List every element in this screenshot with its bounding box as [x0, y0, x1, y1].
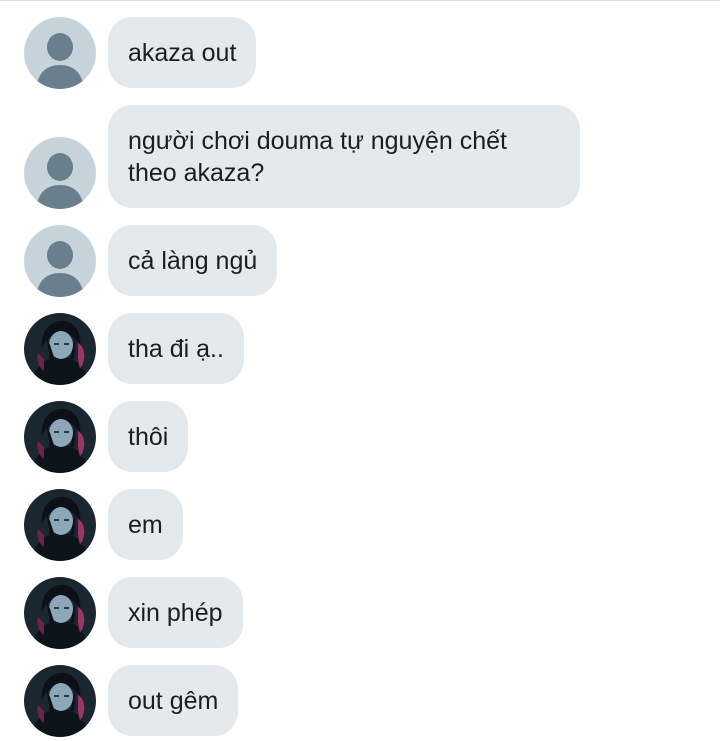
default-profile-icon[interactable]: [24, 225, 96, 297]
message-thread[interactable]: akaza out người chơi douma tự nguyện chế…: [0, 0, 720, 741]
message-bubble[interactable]: thôi: [108, 401, 189, 472]
message-bubble[interactable]: cả làng ngủ: [108, 225, 278, 296]
message-row: người chơi douma tự nguyện chết theo aka…: [0, 105, 720, 209]
message-bubble[interactable]: out gêm: [108, 665, 239, 736]
message-row: em: [0, 489, 720, 561]
anime-character-avatar-icon[interactable]: [24, 665, 96, 737]
anime-character-avatar-icon[interactable]: [24, 313, 96, 385]
message-bubble[interactable]: xin phép: [108, 577, 243, 648]
message-bubble[interactable]: tha đi ạ..: [108, 313, 244, 384]
message-row: akaza out: [0, 17, 720, 89]
anime-character-avatar-icon[interactable]: [24, 401, 96, 473]
anime-character-avatar-icon[interactable]: [24, 577, 96, 649]
message-row: thôi: [0, 401, 720, 473]
message-bubble[interactable]: người chơi douma tự nguyện chết theo aka…: [108, 105, 580, 208]
message-row: tha đi ạ..: [0, 313, 720, 385]
message-row: xin phép: [0, 577, 720, 649]
message-row: cả làng ngủ: [0, 225, 720, 297]
message-row: out gêm: [0, 665, 720, 737]
default-profile-icon[interactable]: [24, 17, 96, 89]
anime-character-avatar-icon[interactable]: [24, 489, 96, 561]
message-bubble[interactable]: akaza out: [108, 17, 257, 88]
default-profile-icon[interactable]: [24, 137, 96, 209]
message-bubble[interactable]: em: [108, 489, 183, 560]
